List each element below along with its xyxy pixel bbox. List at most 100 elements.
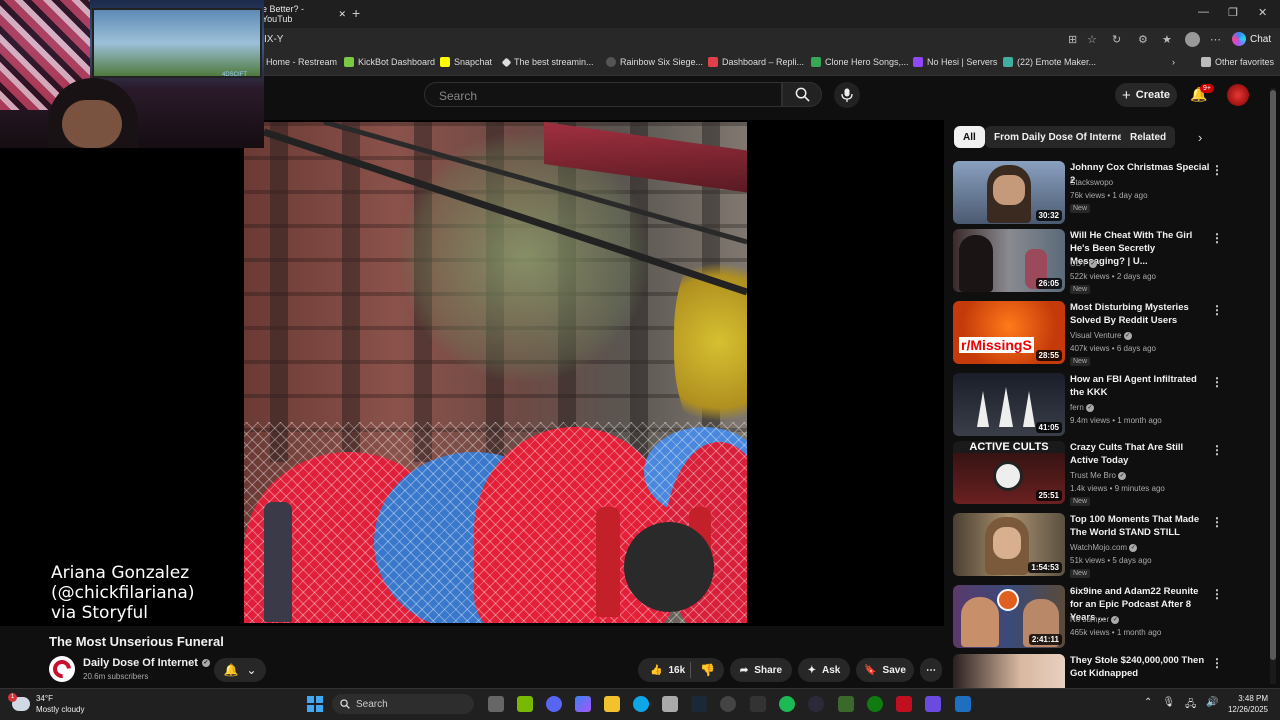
url-field[interactable]: IX-Y <box>264 34 283 45</box>
channel-name[interactable]: Visual Venture ✓ <box>1070 329 1210 342</box>
file-explorer-icon[interactable] <box>604 696 620 712</box>
volume-icon[interactable]: 🔊 <box>1206 697 1218 714</box>
taskbar-search[interactable]: Search <box>332 694 474 714</box>
recommended-video[interactable]: 26:05 Will He Cheat With The Girl He's B… <box>953 229 1253 295</box>
channel-name[interactable]: No Jumper ✓ <box>1070 613 1210 626</box>
browser-tab[interactable]: e Better? - YouTub ✕ <box>262 2 346 26</box>
bookmark-item[interactable]: Dashboard – Repli... <box>708 57 804 67</box>
xbox-icon[interactable] <box>867 696 883 712</box>
scrollbar-thumb[interactable] <box>1270 90 1276 660</box>
channel-name[interactable]: UDY ✓ <box>1070 257 1210 270</box>
weather-widget[interactable]: 1 34°F Mostly cloudy <box>8 693 84 715</box>
video-thumbnail[interactable]: 41:05 <box>953 373 1065 436</box>
edge-icon[interactable] <box>633 696 649 712</box>
subscribed-notifications-button[interactable]: 🔔 ⌄ <box>214 658 266 682</box>
chip-from-channel[interactable]: From Daily Dose Of Internet <box>985 126 1136 148</box>
chevron-right-icon[interactable]: › <box>1198 130 1202 145</box>
video-thumbnail[interactable]: 26:05 <box>953 229 1065 292</box>
bookmark-item[interactable]: The best streamin... <box>501 57 594 67</box>
more-actions-icon[interactable]: ⋯ <box>920 658 942 682</box>
copilot-chat-button[interactable]: Chat <box>1232 32 1271 46</box>
4k-app-icon[interactable] <box>808 696 824 712</box>
video-thumbnail[interactable]: 30:32 <box>953 161 1065 224</box>
chip-related[interactable]: Related <box>1121 126 1176 148</box>
video-thumbnail[interactable] <box>953 654 1065 688</box>
favorites-icon[interactable]: ★ <box>1162 33 1172 46</box>
minimize-icon[interactable]: — <box>1198 6 1209 18</box>
bookmark-item[interactable]: Snapchat <box>440 57 492 67</box>
favorite-star-icon[interactable]: ☆ <box>1087 33 1097 46</box>
video-thumbnail[interactable]: ACTIVE CULTS 25:51 <box>953 441 1065 504</box>
more-menu-icon[interactable]: ⋯ <box>1210 33 1221 46</box>
bookmark-item[interactable]: Home - Restream <box>266 57 337 67</box>
thumbs-down-icon[interactable]: 👎 <box>700 663 715 677</box>
copilot-app-icon[interactable] <box>575 696 591 712</box>
bookmark-item[interactable]: No Hesi | Servers <box>913 57 997 67</box>
recommended-video[interactable]: r/MissingS 28:55 Most Disturbing Mysteri… <box>953 301 1253 367</box>
video-title[interactable]: Crazy Cults That Are Still Active Today <box>1070 441 1210 467</box>
video-title[interactable]: They Stole $240,000,000 Then Got Kidnapp… <box>1070 654 1210 680</box>
new-tab-icon[interactable]: + <box>352 5 360 21</box>
more-options-icon[interactable]: ⋮ <box>1211 656 1223 670</box>
more-options-icon[interactable]: ⋮ <box>1211 163 1223 177</box>
window-app-icon[interactable] <box>955 696 971 712</box>
bookmark-item[interactable]: (22) Emote Maker... <box>1003 57 1096 67</box>
recommended-video[interactable]: 41:05 How an FBI Agent Infiltrated the K… <box>953 373 1253 439</box>
network-icon[interactable]: 🖧 <box>1185 697 1196 714</box>
game-launcher-icon[interactable] <box>896 696 912 712</box>
extensions-icon[interactable]: ⚙ <box>1138 33 1148 46</box>
tab-close-icon[interactable]: ✕ <box>338 9 346 20</box>
settings-icon[interactable] <box>750 696 766 712</box>
bookmark-item[interactable]: Clone Hero Songs,... <box>811 57 909 67</box>
video-title[interactable]: How an FBI Agent Infiltrated the KKK <box>1070 373 1210 399</box>
channel-name[interactable]: Daily Dose Of Internet ✓ <box>83 657 210 669</box>
video-title[interactable]: Most Disturbing Mysteries Solved By Redd… <box>1070 301 1210 327</box>
more-options-icon[interactable]: ⋮ <box>1211 515 1223 529</box>
b-app-icon[interactable] <box>838 696 854 712</box>
chevron-up-icon[interactable]: ⌃ <box>1144 697 1152 714</box>
spotify-icon[interactable] <box>779 696 795 712</box>
nvidia-icon[interactable] <box>517 696 533 712</box>
more-options-icon[interactable]: ⋮ <box>1211 375 1223 389</box>
recommended-video[interactable]: 1:54:53 Top 100 Moments That Made The Wo… <box>953 513 1253 579</box>
app-icon[interactable] <box>925 696 941 712</box>
recommended-video[interactable]: 30:32 Johnny Cox Christmas Special 2 Sta… <box>953 161 1253 227</box>
more-options-icon[interactable]: ⋮ <box>1211 303 1223 317</box>
profile-icon[interactable] <box>1185 32 1200 47</box>
search-input[interactable]: Search <box>424 82 782 107</box>
windows-start-icon[interactable] <box>307 696 323 712</box>
channel-name[interactable]: Stackswopo <box>1070 176 1210 189</box>
steam-icon[interactable] <box>691 696 707 712</box>
bookmark-item[interactable]: KickBot Dashboard <box>344 57 435 67</box>
channel-name[interactable]: Trust Me Bro ✓ <box>1070 469 1210 482</box>
share-button[interactable]: ➦ Share <box>730 658 792 682</box>
microphone-icon[interactable]: 🎙 <box>1162 697 1175 714</box>
task-view-icon[interactable] <box>488 696 504 712</box>
other-favorites[interactable]: Other favorites <box>1201 57 1274 67</box>
recommended-video[interactable]: 2:41:11 6ix9ine and Adam22 Reunite for a… <box>953 585 1253 651</box>
chip-all[interactable]: All <box>954 126 985 148</box>
bookmarks-overflow-icon[interactable]: › <box>1172 57 1175 67</box>
create-button[interactable]: + Create <box>1115 83 1177 107</box>
bookmark-item[interactable]: Rainbow Six Siege... <box>606 57 703 67</box>
taskbar-clock[interactable]: 3:48 PM 12/26/2025 <box>1226 693 1268 715</box>
search-button[interactable] <box>782 82 822 107</box>
recommended-video[interactable]: They Stole $240,000,000 Then Got Kidnapp… <box>953 654 1253 688</box>
obs-icon[interactable] <box>720 696 736 712</box>
video-thumbnail[interactable]: 2:41:11 <box>953 585 1065 648</box>
close-window-icon[interactable]: ✕ <box>1258 6 1267 19</box>
video-title[interactable]: Top 100 Moments That Made The World STAN… <box>1070 513 1210 539</box>
refresh-icon[interactable]: ↻ <box>1112 33 1121 46</box>
video-thumbnail[interactable]: 1:54:53 <box>953 513 1065 576</box>
account-avatar[interactable] <box>1227 84 1249 106</box>
voice-search-button[interactable] <box>834 82 860 108</box>
channel-name[interactable]: fern ✓ <box>1070 401 1210 414</box>
video-frame[interactable] <box>244 122 747 623</box>
ask-button[interactable]: ✦ Ask <box>798 658 850 682</box>
video-thumbnail[interactable]: r/MissingS 28:55 <box>953 301 1065 364</box>
maximize-icon[interactable]: ❐ <box>1228 6 1238 19</box>
system-tray[interactable]: ⌃ 🎙 🖧 🔊 <box>1144 697 1219 714</box>
discord-icon[interactable] <box>546 696 562 712</box>
channel-name[interactable]: WatchMojo.com ✓ <box>1070 541 1210 554</box>
more-options-icon[interactable]: ⋮ <box>1211 231 1223 245</box>
